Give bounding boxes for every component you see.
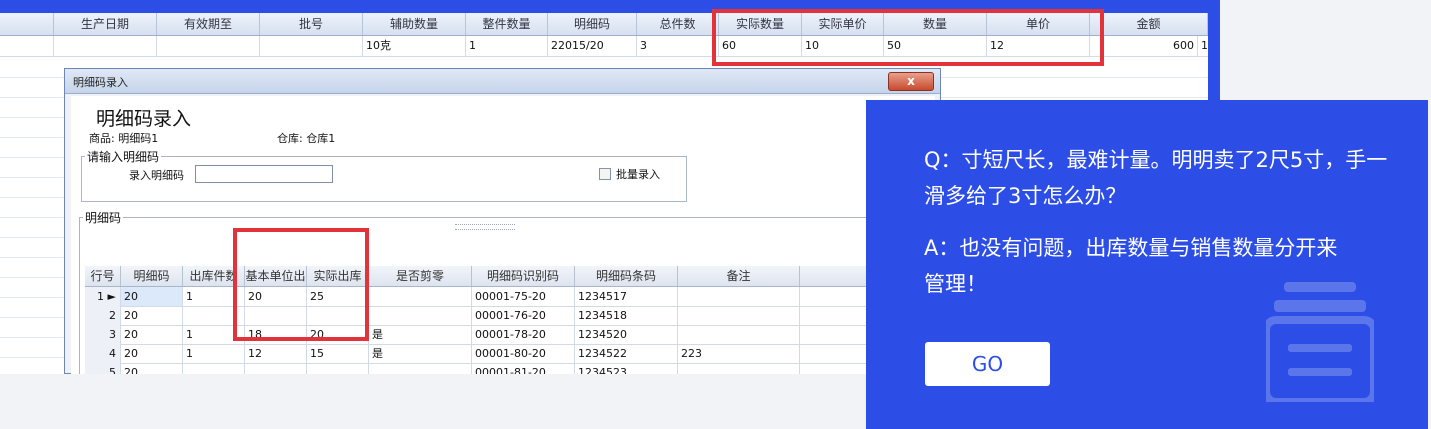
table-row[interactable]: 2 20 00001-76-20 1234518 bbox=[85, 306, 935, 326]
grid-header-cell[interactable]: 整件数量 bbox=[466, 13, 548, 35]
table-cell[interactable]: 00001-81-20 bbox=[472, 363, 575, 374]
table-cell[interactable]: 12 bbox=[245, 344, 307, 363]
current-row-pointer-icon: ► bbox=[107, 290, 116, 303]
table-cell[interactable] bbox=[678, 325, 800, 344]
grid-header-cell[interactable]: 辅助数量 bbox=[363, 13, 466, 35]
row-number[interactable]: 2 bbox=[85, 306, 121, 325]
warehouse-label: 仓库: 仓库1 bbox=[277, 132, 336, 145]
close-icon[interactable]: x bbox=[888, 72, 934, 91]
grid-cell[interactable] bbox=[157, 36, 260, 56]
barcode-input[interactable] bbox=[195, 165, 333, 183]
table-cell[interactable]: 20 bbox=[121, 325, 183, 344]
table-cell[interactable] bbox=[678, 306, 800, 325]
table-cell[interactable]: 是 bbox=[369, 344, 472, 363]
table-cell[interactable]: 20 bbox=[121, 306, 183, 325]
input-group-title: 请输入明细码 bbox=[85, 148, 162, 165]
table-cell[interactable]: 00001-75-20 bbox=[472, 287, 575, 306]
highlight-box-actual-columns bbox=[712, 9, 1104, 66]
go-button[interactable]: GO bbox=[925, 342, 1050, 386]
table-header-cell[interactable]: 备注 bbox=[678, 266, 800, 286]
table-row[interactable]: 5 20 00001-81-20 1234523 bbox=[85, 363, 935, 374]
splitter-handle[interactable] bbox=[455, 224, 515, 230]
table-cell[interactable] bbox=[678, 363, 800, 374]
table-cell[interactable] bbox=[245, 363, 307, 374]
row-number[interactable]: 1 ► bbox=[85, 287, 121, 306]
batch-checkbox-label: 批量录入 bbox=[616, 168, 660, 181]
table-cell[interactable]: 1234518 bbox=[575, 306, 678, 325]
grid-header-cell[interactable]: 总件数 bbox=[637, 13, 719, 35]
grid-header-cell[interactable]: 有效期至 bbox=[157, 13, 260, 35]
row-number[interactable]: 3 bbox=[85, 325, 121, 344]
table-row[interactable]: 3 20 1 18 20 是 00001-78-20 1234520 bbox=[85, 325, 935, 345]
table-cell[interactable]: 1 bbox=[183, 344, 245, 363]
grid-cell[interactable]: 600 bbox=[1090, 36, 1198, 56]
dialog-titlebar[interactable]: 明细码录入 x bbox=[65, 69, 940, 94]
row-number-text: 1 bbox=[97, 290, 105, 303]
row-number[interactable]: 4 bbox=[85, 344, 121, 363]
grid-cell[interactable]: 3 bbox=[637, 36, 719, 56]
table-cell[interactable] bbox=[369, 363, 472, 374]
table-cell[interactable]: 是 bbox=[369, 325, 472, 344]
table-cell[interactable] bbox=[369, 306, 472, 325]
table-cell[interactable]: 20 bbox=[121, 344, 183, 363]
grid-header-cell[interactable]: 生产日期 bbox=[54, 13, 157, 35]
input-label: 录入明细码 bbox=[129, 169, 184, 182]
table-cell[interactable]: 00001-78-20 bbox=[472, 325, 575, 344]
grid-cell[interactable]: 22015/20 bbox=[548, 36, 637, 56]
table-cell[interactable]: 1234523 bbox=[575, 363, 678, 374]
table-cell[interactable] bbox=[183, 363, 245, 374]
dialog-heading: 明细码录入 bbox=[96, 108, 192, 130]
qa-panel: Q：寸短尺长，最难计量。明明卖了2尺5寸，手一滑多给了3寸怎么办？ A：也没有问… bbox=[866, 100, 1428, 429]
row-number[interactable]: 5 bbox=[85, 363, 121, 374]
grid-header-cell[interactable]: 批号 bbox=[260, 13, 363, 35]
table-header-cell[interactable]: 明细码 bbox=[121, 266, 183, 286]
table-cell[interactable]: 20 bbox=[121, 363, 183, 374]
grid-cell[interactable]: 1 bbox=[1198, 36, 1208, 56]
table-cell[interactable]: 1234520 bbox=[575, 325, 678, 344]
barcode-entry-dialog: 明细码录入 x 明细码录入 商品: 明细码1 仓库: 仓库1 请输入明细码 录入… bbox=[64, 68, 941, 374]
answer-text: A：也没有问题，出库数量与销售数量分开来管理！ bbox=[924, 236, 1338, 296]
table-cell[interactable]: 00001-80-20 bbox=[472, 344, 575, 363]
grid-cell[interactable]: 10克 bbox=[363, 36, 466, 56]
table-header-cell[interactable]: 是否剪零 bbox=[369, 266, 472, 286]
table-cell[interactable]: 223 bbox=[678, 344, 800, 363]
product-label: 商品: 明细码1 bbox=[89, 132, 159, 145]
table-cell[interactable] bbox=[369, 287, 472, 306]
dialog-window-title: 明细码录入 bbox=[73, 76, 128, 89]
grid-cell[interactable] bbox=[260, 36, 363, 56]
grid-header-cell[interactable]: 明细码 bbox=[548, 13, 637, 35]
batch-checkbox[interactable] bbox=[599, 168, 611, 180]
table-cell[interactable]: 00001-76-20 bbox=[472, 306, 575, 325]
table-cell[interactable]: 1234517 bbox=[575, 287, 678, 306]
question-text: Q：寸短尺长，最难计量。明明卖了2尺5寸，手一滑多给了3寸怎么办？ bbox=[924, 148, 1388, 208]
table-cell[interactable]: 15 bbox=[307, 344, 369, 363]
grid-header-cell[interactable] bbox=[0, 13, 54, 35]
table-cell[interactable]: 1234522 bbox=[575, 344, 678, 363]
table-cell[interactable] bbox=[307, 363, 369, 374]
barcode-table-header: 行号 明细码 出库件数 基本单位出 实际出库 是否剪零 明细码识别码 明细码条码… bbox=[85, 266, 935, 287]
table-cell[interactable]: 20 bbox=[121, 287, 183, 306]
table-row[interactable]: 4 20 1 12 15 是 00001-80-20 1234522 223 bbox=[85, 344, 935, 364]
table-header-cell[interactable]: 明细码识别码 bbox=[472, 266, 575, 286]
highlight-box-quantity-columns bbox=[233, 228, 369, 341]
grid-cell[interactable] bbox=[0, 36, 54, 56]
dialog-body: 明细码录入 商品: 明细码1 仓库: 仓库1 请输入明细码 录入明细码 批量录入… bbox=[71, 96, 936, 374]
grid-cell[interactable]: 1 bbox=[466, 36, 548, 56]
table-header-cell[interactable]: 明细码条码 bbox=[575, 266, 678, 286]
grid-header-cell[interactable]: 金额 bbox=[1090, 13, 1208, 35]
table-row[interactable]: 1 ► 20 1 20 25 00001-75-20 1234517 bbox=[85, 287, 935, 307]
grid-cell[interactable] bbox=[54, 36, 157, 56]
table-cell[interactable] bbox=[678, 287, 800, 306]
table-header-cell[interactable]: 行号 bbox=[85, 266, 121, 286]
list-group-title: 明细码 bbox=[83, 209, 124, 226]
